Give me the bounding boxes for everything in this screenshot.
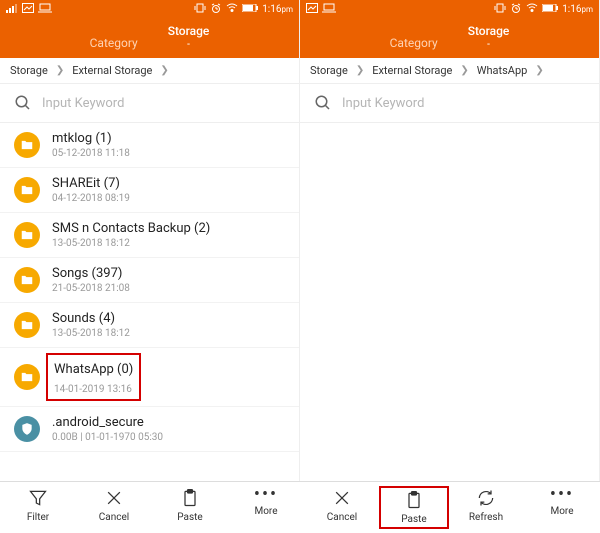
item-title: SHAREit (7): [52, 176, 130, 191]
signal-icon: [6, 3, 18, 16]
battery-icon: [242, 4, 258, 15]
right-pane: 1:16pm Category Storage- Storage ❯ Exter…: [300, 0, 600, 533]
breadcrumb: Storage ❯ External Storage ❯: [0, 58, 299, 84]
item-title: SMS n Contacts Backup (2): [52, 221, 210, 236]
paste-button[interactable]: Paste: [155, 488, 225, 527]
wifi-icon: [526, 3, 538, 16]
header-tabs: Category Storage-: [0, 18, 299, 58]
list-item[interactable]: Sounds (4) 13-05-2018 18:12: [0, 303, 299, 348]
statusbar: 1:16pm: [300, 0, 599, 18]
item-sub: 0.00B | 01-01-1970 05:30: [52, 432, 163, 443]
list-item-whatsapp[interactable]: WhatsApp (0) 14-01-2019 13:16: [0, 348, 299, 407]
header-tabs: Category Storage-: [300, 18, 599, 58]
item-title: .android_secure: [52, 415, 163, 430]
file-list: mtklog (1) 05-12-2018 11:18 SHAREit (7) 04…: [0, 123, 299, 533]
more-button[interactable]: ••• More: [231, 488, 301, 527]
item-title: mtklog (1): [52, 131, 130, 146]
chevron-right-icon: ❯: [356, 65, 364, 76]
header: 1:16pm Category Storage-: [0, 0, 299, 58]
filter-icon: [28, 488, 48, 508]
folder-icon: [14, 132, 40, 158]
searchbar[interactable]: [300, 84, 599, 123]
cancel-button[interactable]: Cancel: [79, 488, 149, 527]
tab-storage[interactable]: Storage-: [168, 24, 210, 50]
tab-category[interactable]: Category: [390, 36, 438, 50]
item-sub: 14-01-2019 13:16: [54, 384, 132, 395]
item-sub: 13-05-2018 18:12: [52, 238, 210, 249]
crumb-external[interactable]: External Storage: [72, 64, 152, 77]
search-icon: [314, 94, 332, 112]
clipboard-icon: [404, 490, 424, 510]
search-input[interactable]: [42, 96, 285, 111]
close-icon: [332, 488, 352, 508]
picture-icon: [306, 3, 318, 16]
chevron-right-icon: ❯: [56, 65, 64, 76]
crumb-external[interactable]: External Storage: [372, 64, 452, 77]
more-icon: •••: [550, 488, 574, 502]
cancel-button[interactable]: Cancel: [307, 488, 377, 527]
bottom-toolbar: Filter Cancel Paste ••• More Cancel Past…: [0, 481, 600, 533]
refresh-icon: [476, 488, 496, 508]
secure-icon: [14, 416, 40, 442]
more-button[interactable]: ••• More: [527, 488, 597, 527]
laptop-icon: [38, 3, 52, 16]
status-time: 1:16pm: [562, 4, 593, 15]
clipboard-icon: [180, 488, 200, 508]
tab-category[interactable]: Category: [90, 36, 138, 50]
item-sub: 05-12-2018 11:18: [52, 148, 130, 159]
item-sub: 04-12-2018 08:19: [52, 193, 130, 204]
close-icon: [104, 488, 124, 508]
list-item[interactable]: SMS n Contacts Backup (2) 13-05-2018 18:1…: [0, 213, 299, 258]
left-pane: 1:16pm Category Storage- Storage ❯ Exter…: [0, 0, 300, 533]
refresh-button[interactable]: Refresh: [451, 488, 521, 527]
list-item[interactable]: .android_secure 0.00B | 01-01-1970 05:30: [0, 407, 299, 452]
alarm-icon: [510, 3, 522, 16]
chevron-right-icon: ❯: [460, 65, 468, 76]
item-title: Sounds (4): [52, 311, 130, 326]
tab-storage[interactable]: Storage-: [468, 24, 510, 50]
list-item[interactable]: mtklog (1) 05-12-2018 11:18: [0, 123, 299, 168]
vibrate-icon: [194, 3, 206, 16]
item-sub: 13-05-2018 18:12: [52, 328, 130, 339]
crumb-storage[interactable]: Storage: [10, 64, 48, 77]
crumb-storage[interactable]: Storage: [310, 64, 348, 77]
item-title: WhatsApp (0): [54, 362, 133, 377]
file-list-empty: [300, 123, 599, 533]
status-time: 1:16pm: [262, 4, 293, 15]
folder-icon: [14, 177, 40, 203]
laptop-icon: [322, 3, 336, 16]
folder-icon: [14, 222, 40, 248]
header: 1:16pm Category Storage-: [300, 0, 599, 58]
list-item[interactable]: Songs (397) 21-05-2018 21:08: [0, 258, 299, 303]
more-icon: •••: [254, 488, 278, 502]
filter-button[interactable]: Filter: [3, 488, 73, 527]
crumb-whatsapp[interactable]: WhatsApp: [477, 64, 528, 77]
folder-icon: [14, 267, 40, 293]
wifi-icon: [226, 3, 238, 16]
folder-icon: [14, 312, 40, 338]
picture-icon: [22, 3, 34, 16]
search-icon: [14, 94, 32, 112]
battery-icon: [542, 4, 558, 15]
searchbar[interactable]: [0, 84, 299, 123]
vibrate-icon: [494, 3, 506, 16]
search-input[interactable]: [342, 96, 585, 111]
list-item[interactable]: SHAREit (7) 04-12-2018 08:19: [0, 168, 299, 213]
item-sub: 21-05-2018 21:08: [52, 283, 130, 294]
folder-icon: [14, 364, 40, 390]
statusbar: 1:16pm: [0, 0, 299, 18]
item-title: Songs (397): [52, 266, 130, 281]
alarm-icon: [210, 3, 222, 16]
chevron-right-icon: ❯: [160, 65, 168, 76]
breadcrumb: Storage ❯ External Storage ❯ WhatsApp ❯: [300, 58, 599, 84]
paste-button[interactable]: Paste: [379, 486, 449, 529]
chevron-right-icon: ❯: [535, 65, 543, 76]
